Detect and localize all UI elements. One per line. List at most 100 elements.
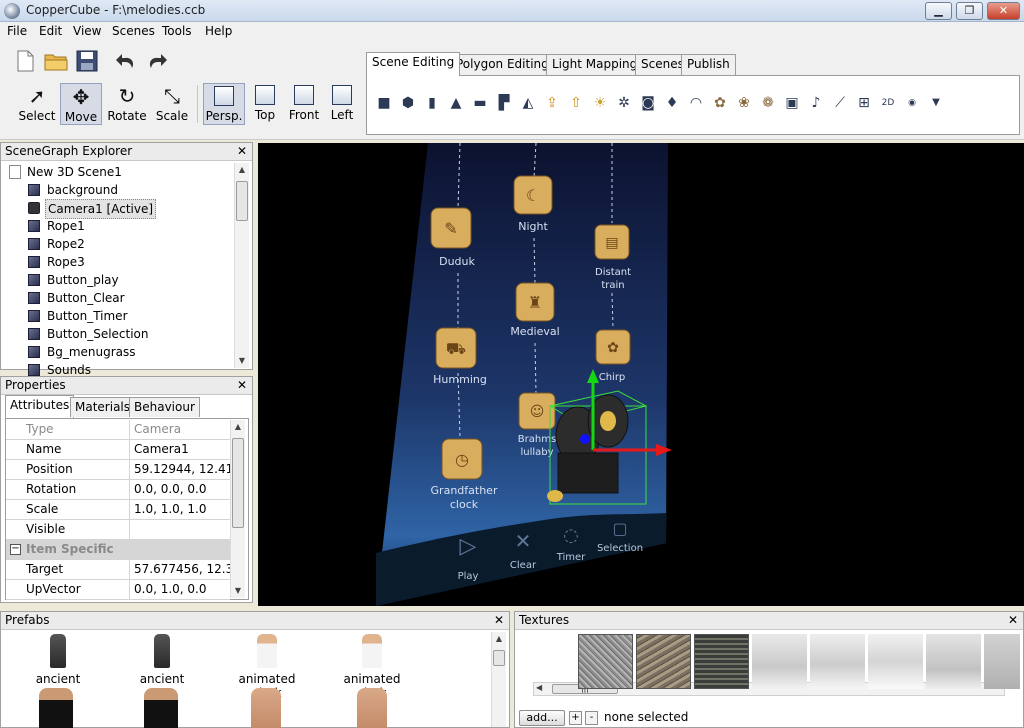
left-view-button[interactable]: Left — [326, 83, 358, 125]
texture-thumbnail[interactable] — [810, 634, 865, 689]
prefab-figure-partial[interactable] — [357, 688, 387, 728]
2d-overlay-icon[interactable]: 2D — [879, 94, 897, 112]
move-tool-button[interactable]: ✥ Move — [60, 83, 102, 125]
collapse-icon[interactable]: − — [10, 544, 21, 555]
tab-light-mapping[interactable]: Light Mapping — [546, 54, 644, 75]
2d-button-icon[interactable]: ◉ — [903, 94, 921, 112]
add-texture-button[interactable]: add... — [519, 710, 565, 726]
texture-thumbnail[interactable] — [868, 634, 923, 689]
scroll-up-icon[interactable]: ▲ — [492, 632, 506, 646]
maximize-button[interactable]: ❐ — [956, 2, 983, 20]
cube-icon[interactable]: ■ — [375, 94, 393, 112]
import-mesh-icon[interactable]: ⇪ — [543, 94, 561, 112]
sphere-icon[interactable]: ⬢ — [399, 94, 417, 112]
prefab-figure-partial[interactable] — [251, 688, 281, 728]
cone-icon[interactable]: ▲ — [447, 94, 465, 112]
open-folder-icon[interactable] — [44, 50, 68, 72]
rotate-tool-button[interactable]: ↻ Rotate — [106, 83, 148, 125]
property-value[interactable]: 1.0, 1.0, 1.0 — [134, 500, 230, 519]
menu-edit[interactable]: Edit — [39, 24, 62, 38]
path-icon[interactable]: ⟋ — [831, 94, 849, 112]
skybox-icon[interactable]: ✿ — [711, 94, 729, 112]
particle-icon[interactable]: ✲ — [615, 94, 633, 112]
clerk-figure-icon — [257, 634, 277, 668]
prefab-figure-partial[interactable] — [39, 688, 73, 728]
prefabs-scrollbar[interactable]: ▲ — [491, 632, 506, 727]
tab-attributes[interactable]: Attributes — [5, 395, 75, 418]
menu-file[interactable]: File — [7, 24, 27, 38]
menu-help[interactable]: Help — [205, 24, 232, 38]
cylinder-icon[interactable]: ▮ — [423, 94, 441, 112]
texture-icon[interactable]: ▣ — [783, 94, 801, 112]
texture-thumbnail[interactable] — [578, 634, 633, 689]
redo-icon[interactable] — [146, 50, 168, 72]
gizmo-z-axis[interactable] — [580, 434, 590, 444]
texture-thumbnail[interactable] — [926, 634, 981, 689]
perspective-view-button[interactable]: Persp. — [203, 83, 245, 125]
close-icon[interactable]: ✕ — [494, 612, 504, 629]
3d-viewport[interactable]: ✎ ☾ ▤ ♜ ⛟ ✿ ☺ ◷ Duduk Night Distant trai… — [258, 143, 1024, 606]
scale-tool-button[interactable]: ⤡ Scale — [151, 83, 193, 125]
new-file-icon[interactable] — [14, 50, 36, 72]
prefab-figure-partial[interactable] — [144, 688, 178, 728]
menu-tools[interactable]: Tools — [162, 24, 192, 38]
properties-scrollbar[interactable]: ▲ ▼ — [230, 420, 245, 598]
property-value[interactable]: 57.677456, 12.3961 — [134, 560, 230, 579]
tab-behaviour[interactable]: Behaviour — [129, 397, 200, 417]
scroll-thumb[interactable] — [236, 181, 248, 221]
tab-materials[interactable]: Materials — [70, 397, 136, 417]
rope-icon[interactable]: ❁ — [759, 94, 777, 112]
billboard-icon[interactable]: ♦ — [663, 94, 681, 112]
close-button[interactable]: ✕ — [987, 2, 1020, 20]
top-view-button[interactable]: Top — [248, 83, 282, 125]
camera-icon[interactable]: ◙ — [639, 94, 657, 112]
title-bar: CopperCube - F:\melodies.ccb ▁ ❐ ✕ — [0, 0, 1024, 22]
plane-icon[interactable]: ▬ — [471, 94, 489, 112]
close-icon[interactable]: ✕ — [237, 377, 247, 394]
front-view-button[interactable]: Front — [286, 83, 322, 125]
animated-mesh-icon[interactable]: ❀ — [735, 94, 753, 112]
zoom-in-button[interactable]: + — [569, 711, 582, 725]
texture-thumbnail[interactable] — [636, 634, 691, 689]
wall-icon[interactable]: ▛ — [495, 94, 513, 112]
sound-icon[interactable]: ♪ — [807, 94, 825, 112]
water-icon[interactable]: ◠ — [687, 94, 705, 112]
terrain-icon[interactable]: ◭ — [519, 94, 537, 112]
undo-icon[interactable] — [115, 50, 137, 72]
minimize-button[interactable]: ▁ — [925, 2, 952, 20]
scroll-down-icon[interactable]: ▼ — [235, 354, 249, 368]
property-value[interactable]: 0.0, 1.0, 0.0 — [134, 580, 230, 599]
property-value[interactable]: Camera1 — [134, 440, 230, 459]
property-row: Type Camera — [6, 420, 230, 440]
save-icon[interactable] — [76, 50, 98, 72]
scroll-thumb[interactable] — [232, 438, 244, 528]
menu-view[interactable]: View — [73, 24, 101, 38]
zoom-out-button[interactable]: - — [585, 711, 598, 725]
texture-thumbnail[interactable] — [752, 634, 807, 689]
close-icon[interactable]: ✕ — [237, 143, 247, 160]
tab-scene-editing[interactable]: Scene Editing — [366, 52, 461, 76]
scroll-thumb[interactable] — [493, 650, 505, 666]
scenegraph-scrollbar[interactable]: ▲ ▼ — [234, 163, 249, 368]
light-icon[interactable]: ☀ — [591, 94, 609, 112]
property-value[interactable]: 59.12944, 12.41840 — [134, 460, 230, 479]
scroll-up-icon[interactable]: ▲ — [231, 420, 245, 434]
hierarchy-icon[interactable]: ⊞ — [855, 94, 873, 112]
scroll-down-icon[interactable]: ▼ — [231, 584, 245, 598]
property-value[interactable]: 0.0, 0.0, 0.0 — [134, 480, 230, 499]
scroll-left-icon[interactable]: ◀ — [536, 683, 542, 692]
export-icon[interactable]: ⇧ — [567, 94, 585, 112]
more-icon[interactable]: ▼ — [927, 94, 945, 112]
property-group[interactable]: Item Specific − — [6, 540, 230, 560]
select-tool-button[interactable]: ➚ Select — [16, 83, 58, 125]
texture-thumbnail[interactable] — [984, 634, 1020, 689]
menu-scenes[interactable]: Scenes — [112, 24, 155, 38]
prefab-ancient[interactable]: ancient — [13, 634, 103, 686]
tab-polygon-editing[interactable]: Polygon Editing — [450, 54, 555, 75]
texture-thumbnail[interactable] — [694, 634, 749, 689]
close-icon[interactable]: ✕ — [1008, 612, 1018, 629]
tab-publish[interactable]: Publish — [681, 54, 736, 75]
scene-node-icon — [28, 220, 40, 232]
prefab-ancient[interactable]: ancient — [117, 634, 207, 686]
scroll-up-icon[interactable]: ▲ — [235, 163, 249, 177]
